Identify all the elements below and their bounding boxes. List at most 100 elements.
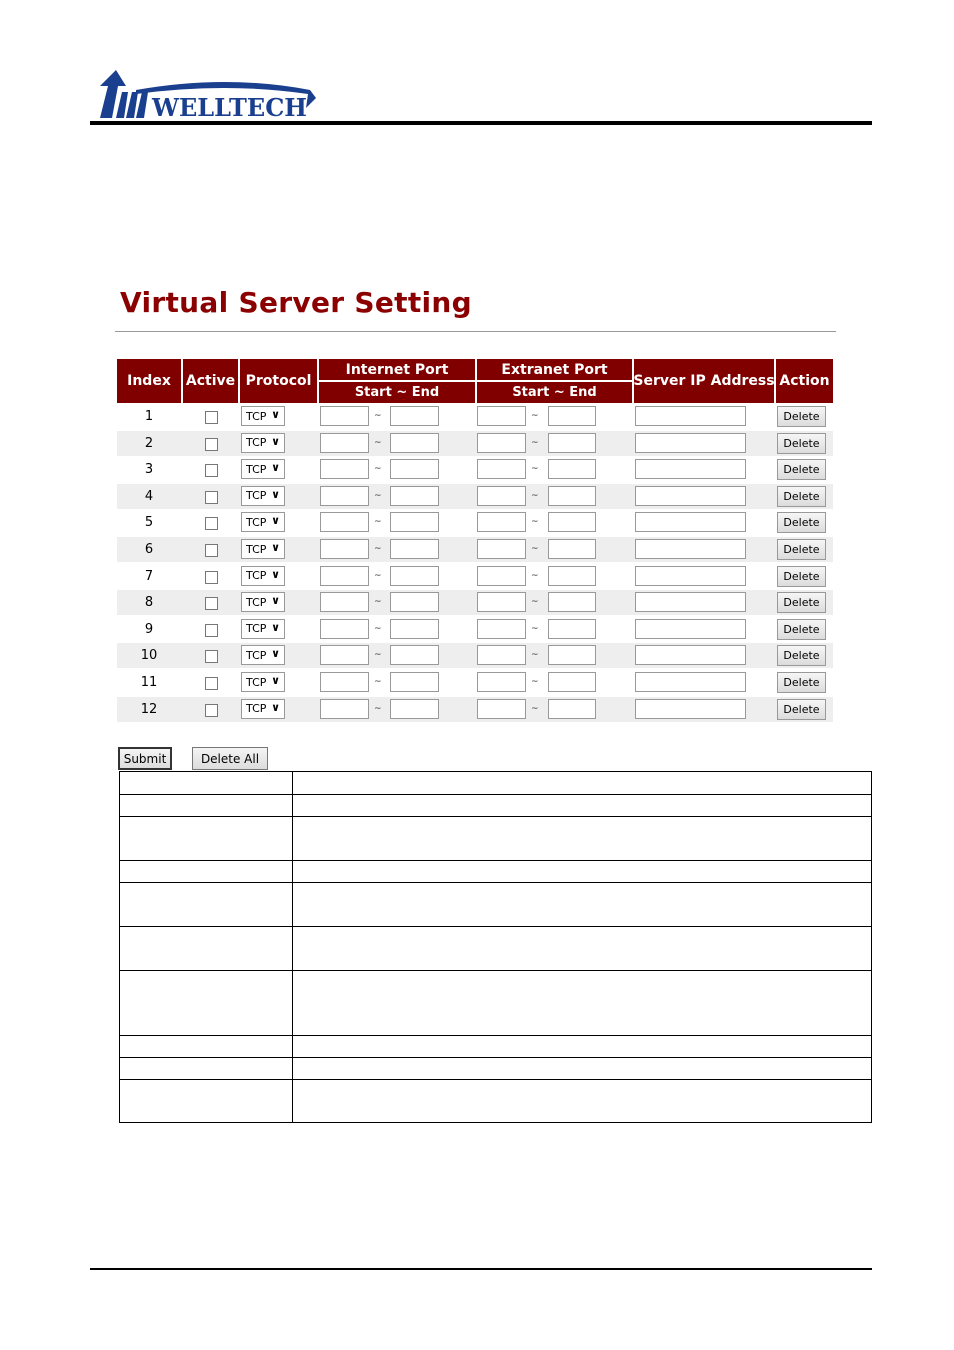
protocol-select[interactable]: TCP ∨ [241, 645, 285, 666]
extranet-end-input[interactable] [548, 672, 596, 692]
internet-end-input[interactable] [390, 698, 439, 719]
extranet-start-input[interactable] [477, 618, 526, 639]
protocol-select[interactable]: TCP ∨ [241, 698, 285, 719]
internet-end-input[interactable] [390, 406, 439, 426]
delete-button[interactable]: Delete [777, 432, 826, 454]
extranet-start-input[interactable] [477, 565, 526, 586]
server-ip-input[interactable] [635, 459, 746, 480]
internet-start-input[interactable] [320, 618, 369, 639]
internet-start-input[interactable] [320, 539, 369, 559]
delete-button[interactable]: Delete [777, 539, 826, 560]
extranet-start-input[interactable] [477, 406, 526, 426]
internet-end-input[interactable] [390, 512, 439, 533]
internet-end-input[interactable] [390, 618, 439, 639]
internet-start-input[interactable] [320, 432, 369, 453]
server-ip-input[interactable] [635, 698, 746, 719]
internet-start-input[interactable] [320, 459, 369, 480]
delete-all-button[interactable]: Delete All [192, 747, 268, 770]
internet-start-input[interactable] [320, 672, 369, 692]
internet-start-input[interactable] [320, 592, 369, 613]
server-ip-input[interactable] [635, 539, 746, 559]
extranet-start-input[interactable] [477, 539, 526, 559]
extranet-end-input[interactable] [548, 485, 596, 506]
internet-start-input[interactable] [320, 565, 369, 586]
active-checkbox[interactable] [205, 650, 218, 664]
protocol-select[interactable]: TCP ∨ [241, 672, 285, 692]
active-checkbox[interactable] [205, 464, 218, 478]
protocol-select[interactable]: TCP ∨ [241, 539, 285, 559]
extranet-start-input[interactable] [477, 485, 526, 506]
delete-button[interactable]: Delete [777, 565, 826, 587]
active-checkbox[interactable] [205, 703, 218, 717]
extranet-end-input[interactable] [548, 459, 596, 480]
delete-button[interactable]: Delete [777, 672, 826, 693]
extranet-start-input[interactable] [477, 592, 526, 613]
extranet-start-input[interactable] [477, 698, 526, 719]
active-checkbox[interactable] [205, 411, 218, 424]
delete-button[interactable]: Delete [777, 459, 826, 481]
extranet-end-input[interactable] [548, 539, 596, 559]
active-checkbox[interactable] [205, 623, 218, 637]
internet-end-input[interactable] [390, 459, 439, 480]
internet-end-input[interactable] [390, 432, 439, 453]
active-checkbox[interactable] [205, 570, 218, 584]
range-separator: ~ [374, 677, 382, 687]
internet-end-input[interactable] [390, 539, 439, 559]
protocol-select[interactable]: TCP ∨ [241, 485, 285, 506]
internet-start-input[interactable] [320, 485, 369, 506]
extranet-end-input[interactable] [548, 432, 596, 453]
server-ip-input[interactable] [635, 565, 746, 586]
extranet-end-input[interactable] [548, 618, 596, 639]
delete-button[interactable]: Delete [777, 485, 826, 507]
server-ip-input[interactable] [635, 432, 746, 453]
internet-end-input[interactable] [390, 485, 439, 506]
internet-start-input[interactable] [320, 645, 369, 666]
internet-start-input[interactable] [320, 698, 369, 719]
server-ip-input[interactable] [635, 592, 746, 613]
server-ip-input[interactable] [635, 406, 746, 426]
protocol-select[interactable]: TCP ∨ [241, 406, 285, 426]
delete-button[interactable]: Delete [777, 698, 826, 720]
delete-button[interactable]: Delete [777, 512, 826, 534]
protocol-select[interactable]: TCP ∨ [241, 618, 285, 639]
extranet-start-input[interactable] [477, 459, 526, 480]
delete-button[interactable]: Delete [777, 618, 826, 640]
submit-button[interactable]: Submit [118, 747, 172, 770]
delete-button[interactable]: Delete [777, 645, 826, 667]
protocol-value: TCP [246, 462, 267, 476]
protocol-select[interactable]: TCP ∨ [241, 512, 285, 533]
active-checkbox[interactable] [205, 490, 218, 504]
extranet-start-input[interactable] [477, 645, 526, 666]
active-checkbox[interactable] [205, 677, 218, 690]
extranet-start-input[interactable] [477, 512, 526, 533]
active-checkbox[interactable] [205, 437, 218, 451]
internet-start-input[interactable] [320, 406, 369, 426]
extranet-end-input[interactable] [548, 645, 596, 666]
internet-end-input[interactable] [390, 592, 439, 613]
server-ip-input[interactable] [635, 645, 746, 666]
extranet-start-input[interactable] [477, 432, 526, 453]
protocol-select[interactable]: TCP ∨ [241, 432, 285, 453]
extranet-start-input[interactable] [477, 672, 526, 692]
internet-start-input[interactable] [320, 512, 369, 533]
protocol-select[interactable]: TCP ∨ [241, 565, 285, 586]
active-checkbox[interactable] [205, 597, 218, 611]
active-checkbox[interactable] [205, 517, 218, 531]
delete-button[interactable]: Delete [777, 406, 826, 427]
server-ip-input[interactable] [635, 512, 746, 533]
protocol-select[interactable]: TCP ∨ [241, 459, 285, 480]
server-ip-input[interactable] [635, 672, 746, 692]
server-ip-input[interactable] [635, 618, 746, 639]
internet-end-input[interactable] [390, 645, 439, 666]
extranet-end-input[interactable] [548, 698, 596, 719]
protocol-select[interactable]: TCP ∨ [241, 592, 285, 613]
delete-button[interactable]: Delete [777, 592, 826, 614]
extranet-end-input[interactable] [548, 565, 596, 586]
extranet-end-input[interactable] [548, 406, 596, 426]
extranet-end-input[interactable] [548, 592, 596, 613]
extranet-end-input[interactable] [548, 512, 596, 533]
internet-end-input[interactable] [390, 672, 439, 692]
server-ip-input[interactable] [635, 485, 746, 506]
active-checkbox[interactable] [205, 544, 218, 557]
internet-end-input[interactable] [390, 565, 439, 586]
